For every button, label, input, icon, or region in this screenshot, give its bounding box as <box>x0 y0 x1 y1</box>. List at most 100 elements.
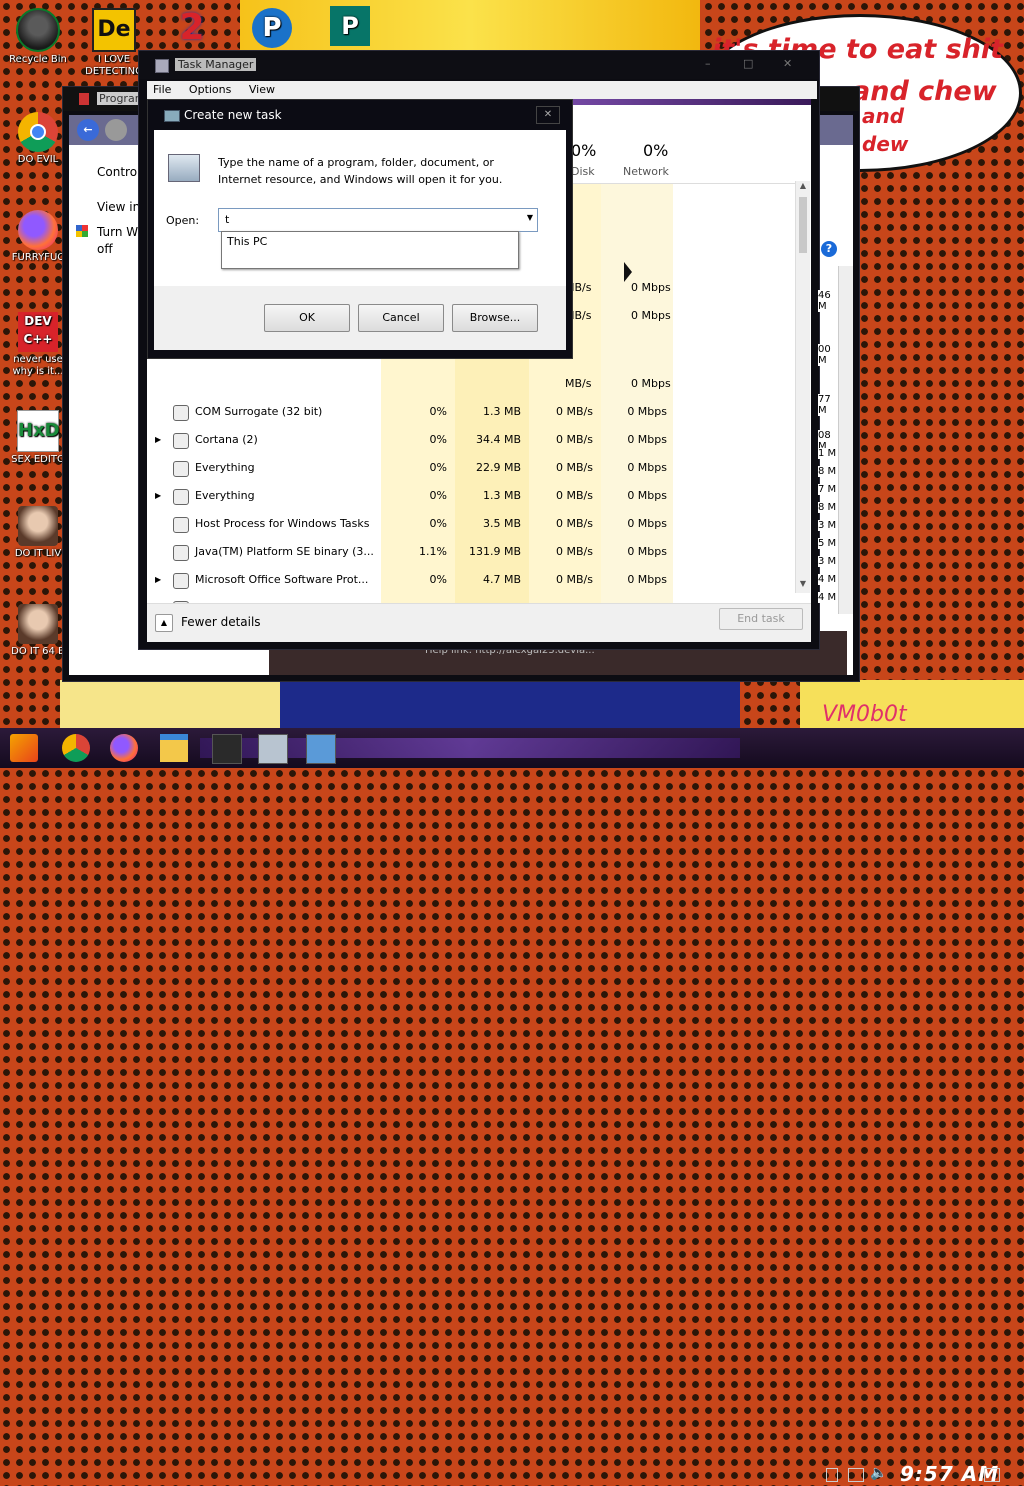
help-icon[interactable]: ? <box>821 241 837 257</box>
notifications-icon[interactable] <box>984 1468 1000 1482</box>
desktop-icon-recycle-bin[interactable]: Recycle Bin <box>6 8 70 66</box>
process-row[interactable]: Everything 0% 22.9 MB 0 MB/s 0 Mbps <box>147 454 807 482</box>
desktop-icon-i-love-detecting[interactable]: De I LOVE DETECTING <box>82 8 146 78</box>
process-network: 0 Mbps <box>601 594 667 603</box>
process-name: Microsoft Windows Search Inde... <box>195 594 377 603</box>
process-disk: 0 MB/s <box>556 405 593 418</box>
dropdown-arrow-icon[interactable]: ▼ <box>527 213 533 222</box>
task-manager-title: Task Manager <box>175 58 257 71</box>
expand-chevron-icon[interactable]: ▶ <box>155 566 161 594</box>
search-icon <box>173 489 189 505</box>
run-taskbar-icon[interactable] <box>306 734 336 764</box>
publisher-icon: P <box>330 6 370 46</box>
program-icon <box>79 93 89 105</box>
scroll-up-arrow[interactable]: ▲ <box>796 181 810 195</box>
process-disk: 0 MB/s <box>556 517 593 530</box>
autocomplete-item-this-pc[interactable]: This PC <box>222 232 518 251</box>
cancel-button[interactable]: Cancel <box>358 304 444 332</box>
tablet-icon[interactable] <box>826 1468 838 1482</box>
network-header-label[interactable]: Network <box>623 165 669 178</box>
portrait-icon <box>18 604 58 644</box>
run-icon <box>164 110 180 122</box>
process-row[interactable]: ▶ Everything 0% 1.3 MB 0 MB/s 0 Mbps <box>147 482 807 510</box>
process-memory: 4.7 MB <box>482 573 521 586</box>
process-row[interactable]: Host Process for Windows Tasks 0% 3.5 MB 0 … <box>147 510 807 538</box>
dialog-close-button[interactable]: ✕ <box>536 106 560 124</box>
back-button[interactable]: ← <box>77 119 99 141</box>
task-manager-footer: ▲ Fewer details End task <box>147 603 811 642</box>
search-icon <box>173 461 189 477</box>
start-button[interactable] <box>10 734 38 762</box>
browse-button[interactable]: Browse... <box>452 304 538 332</box>
desktop-icon-2[interactable]: 2 <box>160 8 224 50</box>
fewer-details-icon[interactable]: ▲ <box>155 614 173 632</box>
de-icon: De <box>92 8 136 52</box>
chrome-taskbar-icon[interactable] <box>62 734 90 762</box>
desktop-icon-do-it-64[interactable]: DO IT 64 B <box>6 604 70 658</box>
volume-icon[interactable]: 🔈 <box>870 1465 887 1481</box>
desktop-icon-label: SEX EDITO <box>11 454 65 465</box>
expand-chevron-icon[interactable]: ▶ <box>155 594 161 603</box>
desktop-icon-label: Recycle Bin <box>9 54 67 65</box>
desktop-icon-label: I LOVE DETECTING <box>85 54 143 77</box>
dialog-title: Create new task <box>184 108 282 122</box>
process-memory: 22.9 MB <box>475 461 521 474</box>
desktop-icon-sex-edito[interactable]: HxD SEX EDITO <box>6 410 70 466</box>
task-manager-icon <box>155 59 169 73</box>
close-button[interactable]: ✕ <box>783 57 792 70</box>
process-memory: 1.3 MB <box>482 489 521 502</box>
program-left-item-turn[interactable]: Turn W <box>97 225 138 239</box>
dialog-body: Type the name of a program, folder, docu… <box>154 130 566 286</box>
network-header-pct[interactable]: 0% <box>643 141 668 160</box>
minimize-button[interactable]: – <box>705 57 711 70</box>
java-icon <box>173 545 189 561</box>
process-row[interactable]: COM Surrogate (32 bit) 0% 1.3 MB 0 MB/s 0 Mb… <box>147 398 807 426</box>
process-scrollbar[interactable]: ▲ ▼ <box>795 181 810 593</box>
desktop-icon-p[interactable]: P <box>240 8 304 50</box>
firefox-taskbar-icon[interactable] <box>110 734 138 762</box>
menu-options[interactable]: Options <box>189 83 231 96</box>
desktop-icon-publisher[interactable]: P <box>318 6 382 48</box>
end-task-button[interactable]: End task <box>719 608 803 630</box>
menu-view[interactable]: View <box>249 83 275 96</box>
desktop-icon-dev-cpp[interactable]: DEV C++ never use why is it... <box>6 312 70 378</box>
program-left-item-control[interactable]: Control <box>97 165 140 179</box>
process-disk: 0 MB/s <box>529 594 593 603</box>
p-logo-icon: P <box>252 8 292 48</box>
process-memory: 4.0 MB <box>455 594 521 603</box>
network-icon[interactable] <box>848 1468 864 1482</box>
program-left-item-off[interactable]: off <box>97 242 113 256</box>
window-icon <box>173 517 189 533</box>
desktop-icon-do-it-liv[interactable]: DO IT LIV <box>6 506 70 560</box>
fewer-details-link[interactable]: Fewer details <box>181 615 261 629</box>
menu-file[interactable]: File <box>153 83 171 96</box>
disk-header-label[interactable]: Disk <box>571 165 595 178</box>
process-row[interactable]: ▶ Microsoft Office Software Prot... 0% 4.7 … <box>147 566 807 594</box>
scroll-thumb[interactable] <box>799 197 807 253</box>
desktop-icon-do-evil[interactable]: DO EVIL <box>6 112 70 166</box>
file-explorer-icon[interactable] <box>160 734 188 762</box>
process-cpu: 0% <box>429 489 447 502</box>
expand-chevron-icon[interactable]: ▶ <box>155 482 161 510</box>
process-name: Host Process for Windows Tasks <box>195 517 370 530</box>
hxd-icon: HxD <box>17 410 60 452</box>
task-manager-taskbar-icon[interactable] <box>258 734 288 764</box>
open-input[interactable]: t ▼ <box>218 208 538 232</box>
process-row[interactable]: ▶ Cortana (2) 0% 34.4 MB 0 MB/s 0 Mbps <box>147 426 807 454</box>
taskbar: 🔈 9:57 AM <box>0 728 1024 1486</box>
maximize-button[interactable]: □ <box>743 57 753 70</box>
forward-button[interactable] <box>105 119 127 141</box>
desktop-icon-label: DO EVIL <box>17 154 59 165</box>
disk-header-pct[interactable]: 0% <box>571 141 596 160</box>
process-cpu: 0% <box>381 594 447 603</box>
expand-chevron-icon[interactable]: ▶ <box>155 426 161 454</box>
process-memory: 3.5 MB <box>482 517 521 530</box>
process-network: 0 Mbps <box>627 433 667 446</box>
ok-button[interactable]: OK <box>264 304 350 332</box>
desktop-icon-furryfuc[interactable]: FURRYFUC <box>6 210 70 264</box>
edge-scrollbar[interactable] <box>838 266 853 614</box>
scroll-down-arrow[interactable]: ▼ <box>796 579 810 593</box>
process-row[interactable]: Java(TM) Platform SE binary (3... 1.1% 131… <box>147 538 807 566</box>
process-row[interactable]: ▶ Microsoft Windows Search Inde... 0% 4.0 M… <box>147 594 807 603</box>
app-taskbar-icon-1[interactable] <box>212 734 242 764</box>
